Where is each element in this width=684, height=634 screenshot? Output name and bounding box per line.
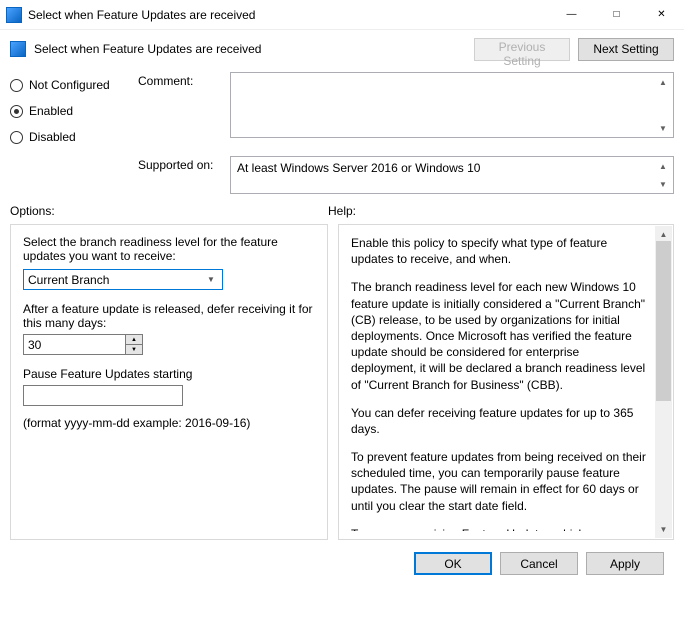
spin-up-icon[interactable]: ▲ (125, 335, 142, 345)
ok-button[interactable]: OK (414, 552, 492, 575)
next-setting-button[interactable]: Next Setting (578, 38, 674, 61)
branch-value: Current Branch (28, 273, 109, 287)
help-heading: Help: (328, 204, 356, 218)
app-icon (6, 7, 22, 23)
radio-icon (10, 79, 23, 92)
radio-label: Not Configured (29, 78, 110, 92)
window-title: Select when Feature Updates are received (28, 8, 255, 22)
format-hint: (format yyyy-mm-dd example: 2016-09-16) (23, 416, 315, 430)
previous-setting-button[interactable]: Previous Setting (474, 38, 570, 61)
maximize-button[interactable]: □ (594, 0, 639, 29)
radio-icon (10, 105, 23, 118)
chevron-down-icon: ▼ (202, 270, 220, 289)
scroll-down-icon[interactable]: ▼ (655, 521, 672, 538)
help-p: The branch readiness level for each new … (351, 279, 647, 392)
options-heading: Options: (10, 204, 328, 218)
close-button[interactable]: ✕ (639, 0, 684, 29)
scroll-down-icon[interactable]: ▼ (655, 176, 671, 192)
pause-label: Pause Feature Updates starting (23, 367, 315, 381)
dialog-footer: OK Cancel Apply (10, 552, 674, 575)
options-panel: Select the branch readiness level for th… (10, 224, 328, 540)
radio-disabled[interactable]: Disabled (10, 124, 120, 150)
radio-not-configured[interactable]: Not Configured (10, 72, 120, 98)
help-p: Enable this policy to specify what type … (351, 235, 647, 267)
pause-date-field[interactable] (23, 385, 183, 406)
help-p: You can defer receiving feature updates … (351, 405, 647, 437)
minimize-button[interactable]: — (549, 0, 594, 29)
spin-down-icon[interactable]: ▼ (125, 345, 142, 354)
scroll-up-icon[interactable]: ▲ (655, 226, 672, 243)
policy-title: Select when Feature Updates are received (34, 42, 261, 56)
policy-icon (10, 41, 26, 57)
comment-label: Comment: (138, 72, 218, 150)
branch-label: Select the branch readiness level for th… (23, 235, 315, 263)
comment-field[interactable]: ▲ ▼ (230, 72, 674, 138)
help-p: To resume receiving Feature Updates whic… (351, 526, 647, 531)
scroll-down-icon[interactable]: ▼ (655, 120, 671, 136)
supported-field: At least Windows Server 2016 or Windows … (230, 156, 674, 194)
help-text: Enable this policy to specify what type … (351, 235, 665, 531)
branch-select[interactable]: Current Branch ▼ (23, 269, 223, 290)
apply-button[interactable]: Apply (586, 552, 664, 575)
radio-enabled[interactable]: Enabled (10, 98, 120, 124)
help-p: To prevent feature updates from being re… (351, 449, 647, 514)
defer-value: 30 (28, 338, 41, 352)
radio-icon (10, 131, 23, 144)
radio-label: Enabled (29, 104, 73, 118)
defer-days-stepper[interactable]: 30 ▲ ▼ (23, 334, 143, 355)
scroll-up-icon[interactable]: ▲ (655, 158, 671, 174)
supported-value: At least Windows Server 2016 or Windows … (237, 161, 480, 175)
supported-label: Supported on: (138, 156, 218, 194)
cancel-button[interactable]: Cancel (500, 552, 578, 575)
help-panel: Enable this policy to specify what type … (338, 224, 674, 540)
scrollbar-thumb[interactable] (656, 241, 671, 401)
policy-header: Select when Feature Updates are received… (0, 30, 684, 68)
titlebar: Select when Feature Updates are received… (0, 0, 684, 30)
scroll-up-icon[interactable]: ▲ (655, 74, 671, 90)
radio-label: Disabled (29, 130, 76, 144)
state-radio-group: Not Configured Enabled Disabled (10, 72, 120, 150)
defer-label: After a feature update is released, defe… (23, 302, 315, 330)
